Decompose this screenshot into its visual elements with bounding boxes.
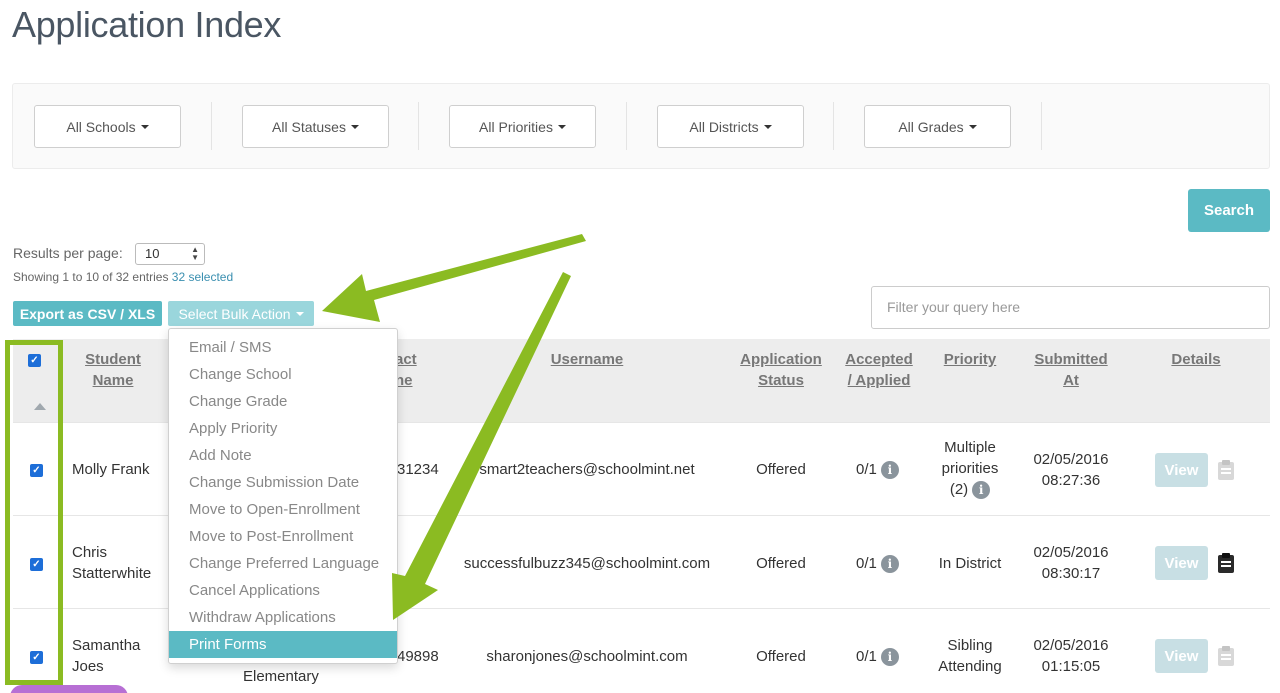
priority: In District — [938, 555, 1002, 572]
info-icon[interactable]: i — [880, 461, 899, 480]
application-status: Offered — [756, 648, 806, 665]
contact-name: 3 — [413, 555, 422, 572]
clipboard-icon[interactable] — [1217, 459, 1235, 481]
results-per-page-select[interactable]: 10 ▲ ▼ — [135, 243, 205, 265]
info-icon[interactable]: i — [972, 481, 991, 500]
bulk-menu-item[interactable]: Apply Priority — [169, 415, 397, 442]
header-username[interactable]: Username — [487, 349, 687, 370]
selected-count-link[interactable]: 32 selected — [172, 270, 233, 284]
caret-down-icon — [295, 311, 304, 316]
student-name: Chris Statterwhite — [72, 544, 152, 582]
application-status: Offered — [756, 461, 806, 478]
export-button[interactable]: Export as CSV / XLS — [13, 301, 162, 326]
header-contact-name[interactable]: act ne — [395, 349, 425, 391]
bulk-action-menu: Email / SMS Change School Change Grade Appl… — [168, 328, 398, 664]
info-icon[interactable]: i — [880, 648, 899, 667]
districts-filter-dropdown[interactable]: All Districts — [657, 105, 804, 148]
header-submitted-at[interactable]: Submitted At — [1021, 349, 1121, 391]
submitted-at: 02/05/2016 08:27:36 — [1033, 451, 1109, 489]
results-per-page-label: Results per page: — [13, 245, 123, 261]
student-name: Samantha Joes — [72, 637, 141, 675]
bulk-menu-item[interactable]: Change School — [169, 361, 397, 388]
submitted-at: 02/05/2016 08:30:17 — [1033, 544, 1109, 582]
help-tab[interactable] — [10, 685, 128, 693]
accepted-applied: 0/1 i — [856, 553, 899, 574]
accepted-applied: 0/1 i — [856, 646, 899, 667]
username: successfulbuzz345@schoolmint.com — [463, 555, 711, 572]
bulk-menu-item[interactable]: Change Preferred Language — [169, 550, 397, 577]
submitted-at: 02/05/2016 01:15:05 — [1033, 637, 1109, 675]
contact-name: 49898 — [397, 648, 439, 665]
checkbox-highlight-annotation — [5, 340, 63, 685]
filter-query-input[interactable]: Filter your query here — [871, 286, 1270, 329]
bulk-menu-item[interactable]: Email / SMS — [169, 334, 397, 361]
bulk-menu-item[interactable]: Move to Open-Enrollment — [169, 496, 397, 523]
caret-down-icon — [350, 124, 359, 129]
view-button[interactable]: View — [1155, 453, 1208, 487]
schools-filter-dropdown[interactable]: All Schools — [34, 105, 181, 148]
header-details: Details — [1171, 351, 1221, 368]
student-name: Molly Frank — [72, 461, 150, 478]
priority: Multiple priorities (2) i — [941, 439, 999, 500]
caret-down-icon — [140, 124, 149, 129]
bulk-menu-item[interactable]: Change Grade — [169, 388, 397, 415]
priority: Sibling Attending — [938, 637, 1002, 675]
school-name: Elementary — [243, 668, 319, 685]
info-icon[interactable]: i — [880, 555, 899, 574]
application-status: Offered — [756, 555, 806, 572]
entries-info: Showing 1 to 10 of 32 entries 32 selecte… — [13, 270, 234, 284]
bulk-menu-item[interactable]: Cancel Applications — [169, 577, 397, 604]
view-button[interactable]: View — [1155, 639, 1208, 673]
clipboard-icon[interactable] — [1217, 645, 1235, 667]
contact-name: 31234 — [397, 461, 439, 478]
bulk-action-dropdown[interactable]: Select Bulk Action — [168, 301, 314, 326]
clipboard-icon[interactable] — [1217, 552, 1235, 574]
header-priority[interactable]: Priority — [930, 349, 1010, 370]
statuses-filter-dropdown[interactable]: All Statuses — [242, 105, 389, 148]
page-title: Application Index — [12, 4, 282, 45]
priorities-filter-dropdown[interactable]: All Priorities — [449, 105, 596, 148]
bulk-menu-item[interactable]: Move to Post-Enrollment — [169, 523, 397, 550]
view-button[interactable]: View — [1155, 546, 1208, 580]
filter-bar: All Schools All Statuses All Priorities … — [12, 83, 1270, 169]
header-accepted-applied[interactable]: Accepted / Applied — [835, 349, 923, 391]
caret-down-icon — [968, 124, 977, 129]
caret-down-icon — [557, 124, 566, 129]
search-button[interactable]: Search — [1188, 189, 1270, 232]
arrow-to-bulk-action — [322, 234, 586, 322]
username: sharonjones@schoolmint.com — [486, 648, 688, 665]
header-application-status[interactable]: Application Status — [731, 349, 831, 391]
bulk-menu-item[interactable]: Add Note — [169, 442, 397, 469]
bulk-menu-item[interactable]: Change Submission Date — [169, 469, 397, 496]
bulk-menu-item[interactable]: Print Forms — [169, 631, 397, 658]
username: smart2teachers@schoolmint.net — [479, 461, 695, 478]
grades-filter-dropdown[interactable]: All Grades — [864, 105, 1011, 148]
header-student-name[interactable]: Student Name — [73, 349, 153, 391]
caret-down-icon — [763, 124, 772, 129]
accepted-applied: 0/1 i — [856, 459, 899, 480]
stepper-arrows-icon: ▲ ▼ — [191, 245, 199, 262]
bulk-menu-item[interactable]: Withdraw Applications — [169, 604, 397, 631]
